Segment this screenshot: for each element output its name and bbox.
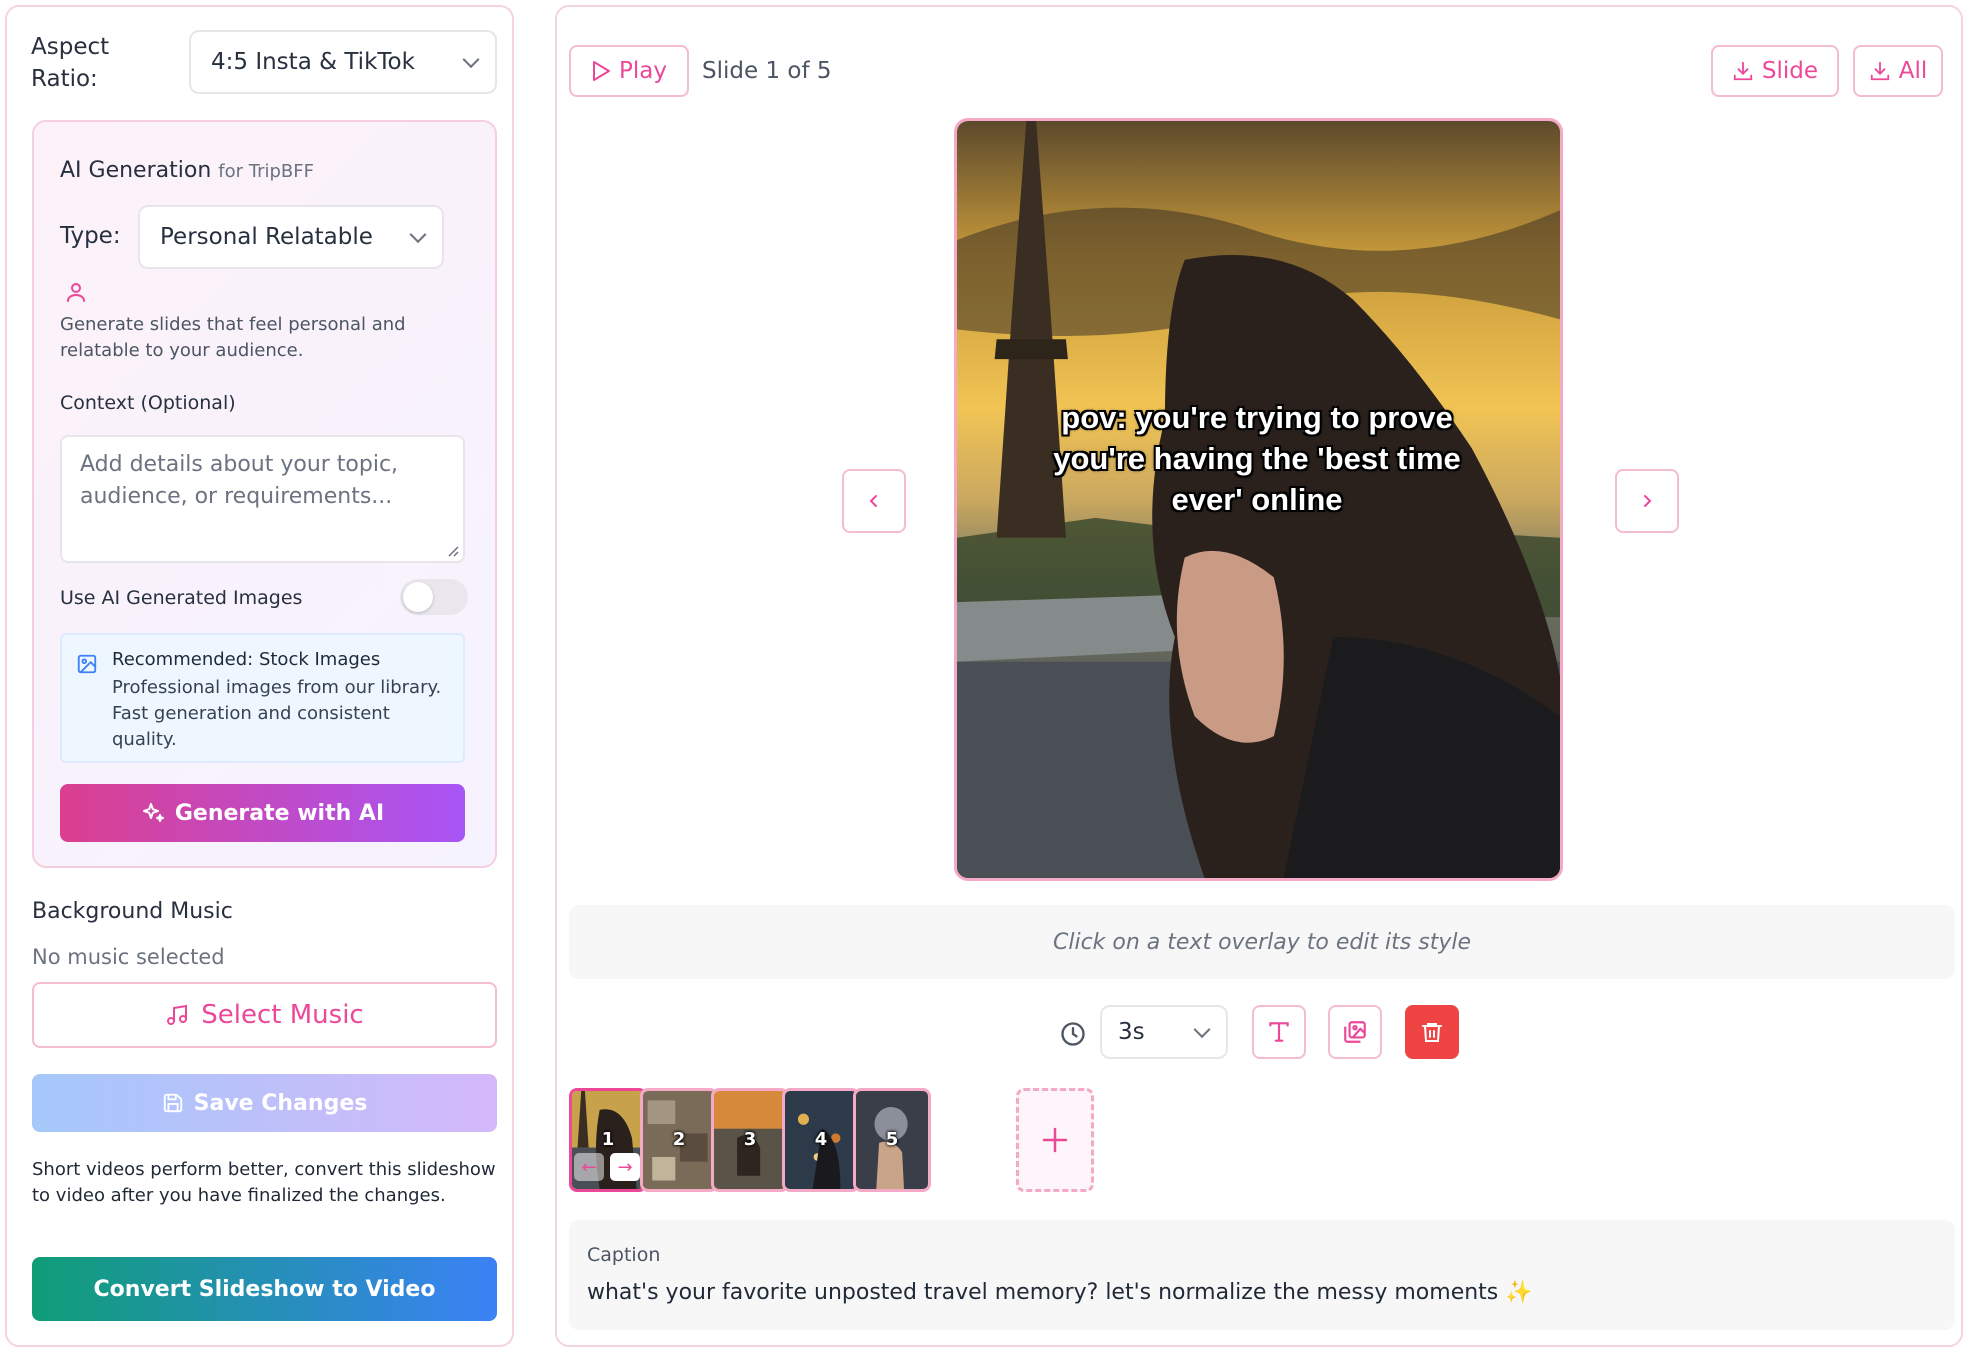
change-image-button[interactable] (1328, 1005, 1382, 1059)
hint-text: Click on a text overlay to edit its styl… (1052, 929, 1471, 955)
type-select[interactable]: Personal Relatable (138, 205, 444, 269)
music-note-icon (167, 1004, 188, 1025)
delete-slide-button[interactable] (1405, 1005, 1459, 1059)
ai-images-toggle[interactable] (400, 579, 468, 615)
move-right-button[interactable]: → (610, 1153, 640, 1181)
type-value: Personal Relatable (160, 224, 373, 250)
select-music-label: Select Music (201, 1000, 364, 1030)
ai-images-label: Use AI Generated Images (60, 587, 303, 609)
download-all-label: All (1898, 58, 1928, 84)
plus-icon (1042, 1127, 1068, 1153)
add-text-button[interactable] (1252, 1005, 1306, 1059)
chevron-down-icon (1193, 1021, 1211, 1039)
context-textarea[interactable]: Add details about your topic, audience, … (60, 435, 465, 563)
save-changes-button[interactable]: Save Changes (32, 1074, 497, 1132)
convert-to-video-button[interactable]: Convert Slideshow to Video (32, 1257, 497, 1321)
thumbnail-number: 3 (743, 1129, 757, 1150)
add-slide-button[interactable] (1016, 1088, 1094, 1192)
download-slide-label: Slide (1761, 58, 1819, 84)
recommendation-box: Recommended: Stock Images Professional i… (60, 633, 465, 763)
text-overlay[interactable]: pov: you're trying to prove you're havin… (1027, 397, 1487, 520)
resize-handle-icon[interactable] (447, 545, 459, 557)
type-description: Generate slides that feel personal and r… (60, 314, 406, 361)
duration-select[interactable]: 3s (1100, 1005, 1228, 1059)
slide-thumbnail-3[interactable]: 3 (711, 1088, 789, 1192)
video-tip-text: Short videos perform better, convert thi… (32, 1159, 496, 1206)
select-music-button[interactable]: Select Music (32, 982, 497, 1048)
settings-panel: Aspect Ratio: 4:5 Insta & TikTok AI Gene… (5, 5, 514, 1347)
image-icon (77, 654, 97, 674)
download-icon (1870, 61, 1889, 81)
type-label: Type: (60, 223, 121, 249)
recommendation-title: Recommended: Stock Images (112, 649, 381, 670)
save-icon (163, 1093, 182, 1113)
background-music-title: Background Music (32, 899, 233, 924)
aspect-ratio-select[interactable]: 4:5 Insta & TikTok (189, 30, 497, 94)
slide-thumbnail-4[interactable]: 4 (782, 1088, 860, 1192)
generate-label: Generate with AI (174, 800, 385, 826)
download-all-button[interactable]: All (1853, 45, 1943, 97)
images-icon (1344, 1021, 1366, 1043)
ai-generation-title: AI Generation for TripBFF (60, 158, 314, 183)
slide-thumbnail-5[interactable]: 5 (853, 1088, 931, 1192)
thumbnail-number: 5 (885, 1129, 899, 1150)
music-status: No music selected (32, 945, 225, 969)
aspect-ratio-label: Aspect Ratio: (31, 34, 110, 92)
slide-counter: Slide 1 of 5 (702, 58, 832, 84)
thumbnail-number: 2 (672, 1129, 686, 1150)
slide-preview[interactable]: pov: you're trying to prove you're havin… (954, 118, 1563, 881)
trash-icon (1422, 1023, 1442, 1042)
play-icon (593, 61, 611, 81)
download-slide-button[interactable]: Slide (1711, 45, 1839, 97)
duration-value: 3s (1118, 1019, 1145, 1045)
user-icon (67, 283, 85, 302)
generate-with-ai-button[interactable]: Generate with AI (60, 784, 465, 842)
context-placeholder: Add details about your topic, audience, … (80, 452, 399, 509)
ai-generation-heading: AI Generation (60, 158, 212, 183)
chevron-right-icon (1644, 495, 1652, 507)
convert-label: Convert Slideshow to Video (93, 1276, 436, 1302)
thumbnail-number: 4 (814, 1129, 828, 1150)
caption-text[interactable]: what's your favorite unposted travel mem… (587, 1280, 1533, 1305)
sparkles-icon (142, 803, 164, 822)
play-label: Play (619, 58, 667, 84)
move-left-button[interactable]: ← (574, 1153, 604, 1181)
chevron-down-icon (409, 226, 427, 244)
text-style-hint: Click on a text overlay to edit its styl… (569, 905, 1955, 979)
slide-thumbnail-1[interactable]: 1 ← → (569, 1088, 647, 1192)
previous-slide-button[interactable] (842, 469, 906, 533)
ai-generation-card: AI Generation for TripBFF Type: Personal… (32, 120, 497, 868)
thumbnail-number: 1 (601, 1129, 615, 1150)
context-label: Context (Optional) (60, 392, 236, 414)
text-icon (1269, 1022, 1289, 1042)
clock-icon (1061, 1022, 1085, 1046)
download-icon (1733, 61, 1753, 81)
play-button[interactable]: Play (569, 45, 689, 97)
toggle-knob (403, 582, 433, 612)
recommendation-text: Professional images from our library. Fa… (112, 677, 442, 750)
aspect-ratio-value: 4:5 Insta & TikTok (211, 49, 415, 75)
ai-generation-subtitle: for TripBFF (218, 161, 314, 182)
chevron-down-icon (462, 51, 480, 69)
editor-panel: Play Slide 1 of 5 Slide All pov: you're … (555, 5, 1963, 1347)
slide-thumbnail-2[interactable]: 2 (640, 1088, 718, 1192)
caption-label: Caption (587, 1244, 661, 1266)
save-changes-label: Save Changes (193, 1090, 368, 1116)
chevron-left-icon (869, 495, 877, 507)
next-slide-button[interactable] (1615, 469, 1679, 533)
caption-box[interactable]: Caption what's your favorite unposted tr… (569, 1220, 1955, 1330)
